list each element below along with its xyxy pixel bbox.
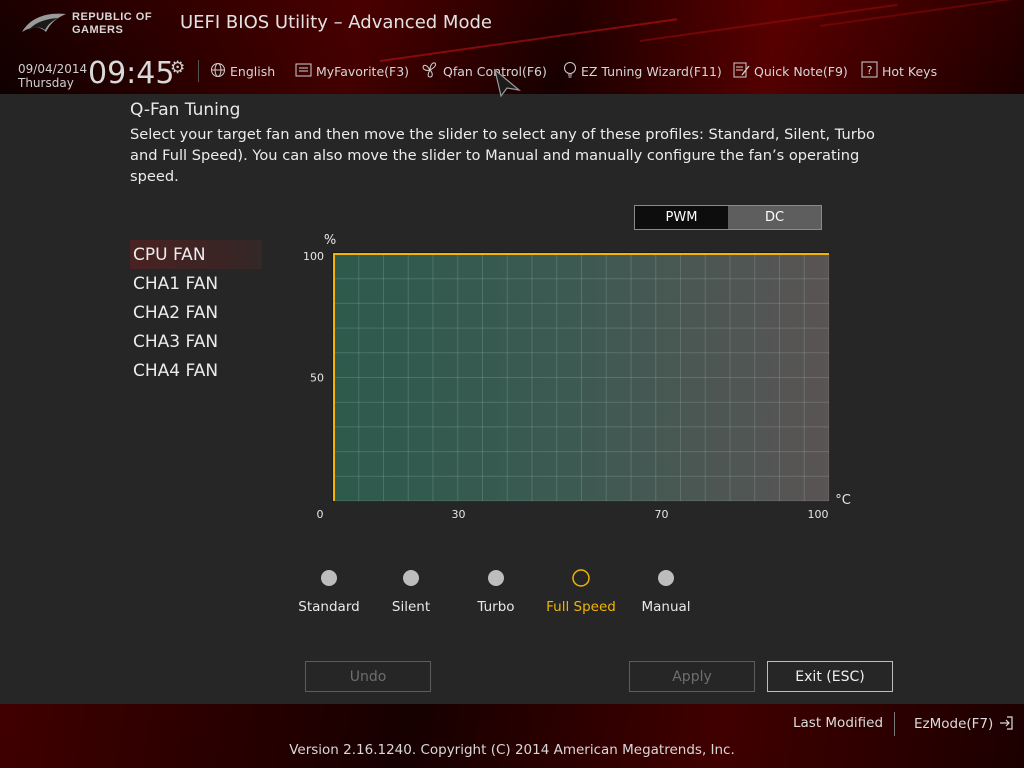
profile-label-standard[interactable]: Standard [298,599,359,615]
apply-button[interactable]: Apply [629,661,755,692]
divider [198,60,199,82]
logo-text: GAMERS [72,24,124,36]
mode-option-pwm[interactable]: PWM [635,206,728,229]
fan-icon [421,61,439,82]
profile-label-manual[interactable]: Manual [641,599,690,615]
profile-node-manual[interactable] [658,570,674,586]
footer-bar [0,704,1024,768]
logo-text: REPUBLIC OF [72,11,153,23]
gear-icon[interactable]: ⚙ [170,58,185,78]
profile-label-turbo[interactable]: Turbo [477,599,514,615]
y-tick-label: 50 [310,372,324,385]
ezmode-label: EzMode(F7) [914,716,994,732]
rog-eye-icon [22,13,66,32]
fan-list: CPU FAN CHA1 FAN CHA2 FAN CHA3 FAN CHA4 … [130,240,262,385]
mode-option-dc[interactable]: DC [728,206,821,229]
page-title: Q-Fan Tuning [130,100,241,120]
nav-quick-note-label: Quick Note(F9) [754,63,848,79]
y-axis-label: % [324,233,336,248]
nav-hot-keys-label: Hot Keys [882,63,938,79]
header-decoration [819,0,1024,27]
lightbulb-icon [563,61,577,82]
exit-arrow-icon [998,715,1014,735]
x-axis-label: °C [835,493,851,508]
fan-item-cha4[interactable]: CHA4 FAN [130,356,262,385]
rog-logo: REPUBLIC OF GAMERS [20,8,170,42]
ezmode-button[interactable]: EzMode(F7) [914,715,1014,735]
profile-node-standard[interactable] [321,570,337,586]
last-modified-button[interactable]: Last Modified [793,715,883,731]
nav-ez-tuning-wizard[interactable]: EZ Tuning Wizard(F11) [563,61,722,81]
page-description: Select your target fan and then move the… [130,126,875,185]
mouse-cursor-icon [493,68,523,102]
nav-myfavorite[interactable]: MyFavorite(F3) [295,61,409,81]
date-display: 09/04/2014 [18,62,88,76]
question-icon: ? [861,61,878,81]
fan-item-cha1[interactable]: CHA1 FAN [130,269,262,298]
pwm-dc-toggle[interactable]: PWM DC [634,205,822,230]
nav-language-label: English [230,63,276,79]
x-tick-label: 70 [655,508,669,521]
profile-slider-track[interactable] [300,565,700,595]
profile-node-full-speed[interactable] [572,569,590,587]
fan-item-cpu[interactable]: CPU FAN [130,240,262,269]
undo-button[interactable]: Undo [305,661,431,692]
nav-myfavorite-label: MyFavorite(F3) [316,63,410,79]
nav-qfan-control[interactable]: Qfan Control(F6) [421,61,547,81]
day-display: Thursday [18,76,74,90]
profile-node-silent[interactable] [403,570,419,586]
exit-button[interactable]: Exit (ESC) [767,661,893,692]
nav-quick-note[interactable]: Quick Note(F9) [733,61,848,81]
divider [894,712,895,736]
fan-item-cha2[interactable]: CHA2 FAN [130,298,262,327]
app-title: UEFI BIOS Utility – Advanced Mode [180,12,492,33]
favorite-icon [295,63,312,80]
fan-item-cha3[interactable]: CHA3 FAN [130,327,262,356]
nav-ez-tuning-wizard-label: EZ Tuning Wizard(F11) [581,63,722,79]
svg-text:?: ? [867,64,873,77]
profile-label-silent[interactable]: Silent [392,599,430,615]
y-tick-label: 100 [303,250,324,263]
note-icon [733,62,750,81]
profile-label-full-speed[interactable]: Full Speed [546,599,616,615]
globe-icon [210,62,226,81]
profile-slider[interactable]: Standard Silent Turbo Full Speed Manual [298,565,700,625]
x-tick-label: 0 [317,508,324,521]
chart-grid [333,253,830,502]
x-tick-label: 30 [452,508,466,521]
time-display: 09:45 [88,56,175,91]
header-decoration [639,3,898,42]
x-tick-label: 100 [808,508,829,521]
profile-node-turbo[interactable] [488,570,504,586]
nav-hot-keys[interactable]: ? Hot Keys [861,61,937,81]
version-text: Version 2.16.1240. Copyright (C) 2014 Am… [289,742,735,758]
nav-language[interactable]: English [210,61,275,81]
fan-curve-chart[interactable]: % °C 0 30 70 100 50 100 [300,230,860,525]
fan-curve-svg[interactable]: % °C 0 30 70 100 50 100 [300,230,860,525]
